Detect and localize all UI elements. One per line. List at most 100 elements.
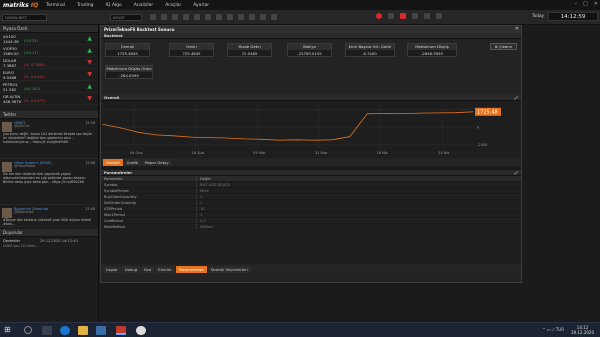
twitter-header: Twitter — [0, 111, 98, 119]
market-value: 51.562 — [3, 87, 17, 92]
menu-analizler[interactable]: Analizler — [128, 3, 159, 8]
menu-trading[interactable]: Trading — [71, 3, 100, 8]
tab-debug[interactable]: Debug — [121, 266, 141, 273]
market-item[interactable]: VIOP30 1569.50 (%0.17) ▲ — [0, 45, 98, 57]
menu-ayarlar[interactable]: Ayarlar — [187, 3, 215, 8]
symbol-input[interactable]: FARAN.BIST — [2, 14, 47, 21]
param-value: Min5 — [200, 189, 209, 193]
task-view-icon[interactable] — [42, 326, 52, 335]
stat-value: -264.6399 — [119, 73, 139, 78]
arrow-up-icon: ▲ — [87, 83, 92, 90]
search-input[interactable]: KEVAT — [110, 14, 142, 21]
equity-point — [261, 138, 262, 140]
edge-icon[interactable] — [60, 326, 70, 335]
portfolio-icon[interactable] — [238, 14, 244, 20]
tab-grafik[interactable]: Grafik — [123, 159, 141, 166]
tweet-item[interactable]: Hisse Haberci (ESSE) @HisseHaber 12:48 S… — [0, 159, 98, 205]
arrow-up-icon: ▲ — [87, 35, 92, 42]
menu-araclar[interactable]: Araçlar — [159, 3, 187, 8]
stat-overall: Overall 1725.4845 — [105, 43, 150, 57]
cikar-button-icon: ⊗ — [494, 44, 498, 49]
explorer-icon[interactable] — [78, 326, 88, 335]
tab-overall[interactable]: Overall — [103, 159, 123, 166]
lock-icon[interactable] — [388, 13, 394, 19]
news-item[interactable]: Destekler 29.12.2020 14:12:45 DÜKE son 2… — [0, 237, 98, 249]
param-name: ATRPeriod — [101, 206, 197, 211]
maximize-icon[interactable]: □ — [583, 1, 588, 7]
chart-icon[interactable] — [150, 14, 156, 20]
depth-icon[interactable] — [205, 14, 211, 20]
news-icon[interactable] — [183, 14, 189, 20]
expand-icon[interactable]: ⤢ — [515, 170, 518, 176]
tweet-handle: @HisseHaber — [14, 164, 36, 168]
equity-point — [437, 112, 439, 114]
record-icon[interactable] — [376, 13, 382, 19]
avatar — [2, 122, 12, 132]
menu-iq-algo[interactable]: IQ Algo — [100, 3, 128, 8]
equity-point — [419, 112, 421, 114]
calc-icon[interactable] — [249, 14, 255, 20]
taskbar-clock[interactable]: 14:12 29.12.2020 — [571, 325, 594, 335]
market-item[interactable]: GR ALTIN 446.3679 (% -0.4477) ▼ — [0, 93, 98, 105]
market-value: 1444.38 — [3, 39, 19, 44]
piyasa-header: Piyasa Özeti — [0, 25, 98, 33]
market-item[interactable]: EURO 9.0486 (% -0.4442) ▼ — [0, 69, 98, 81]
equity-point — [155, 134, 157, 136]
stat-ort-getiri: Emir Başına Ort. Getiri 8.7400 — [345, 43, 395, 57]
message-icon[interactable] — [424, 13, 430, 19]
settings-icon[interactable] — [436, 13, 442, 19]
avatar — [2, 162, 12, 172]
tab-loglar[interactable]: Loglar — [103, 266, 121, 273]
tweet-item[interactable]: HİEKİ2 @oZilcius 12:18 yoo bunu değil.. … — [0, 119, 98, 159]
table-icon[interactable] — [194, 14, 200, 20]
x-tick-label: 24 Nis — [438, 151, 449, 155]
windows-start-icon[interactable]: ⊞ — [4, 326, 14, 335]
minimize-icon[interactable]: – — [575, 1, 578, 7]
tab-strateji-secenekleri[interactable]: Strateji Seçenekleri — [207, 266, 251, 273]
main-menu: Terminal Trading IQ Algo Analizler Araçl… — [40, 3, 215, 8]
tray-icons[interactable]: ⌃ ▭ ♪ TUR — [542, 327, 564, 332]
tab-parametreler[interactable]: Parametreler — [175, 266, 207, 273]
warning-icon[interactable] — [400, 13, 406, 19]
app-logo: matriks IQ — [0, 0, 40, 10]
market-item[interactable]: DOLAR 7.3887 (% -0.7806) ▼ — [0, 57, 98, 69]
close-icon[interactable]: ✕ — [594, 1, 598, 7]
market-item[interactable]: PETROL 51.562 (%1.182) ▲ — [0, 81, 98, 93]
windows-taskbar: ⊞ ⌃ ▭ ♪ TUR 14:12 29.12.2020 — [0, 322, 600, 337]
taskbar-date: 29.12.2020 — [571, 330, 594, 335]
tweet-item[interactable]: Borsanim Zeminaa @BZeminaa 12:46 #Beyaz … — [0, 205, 98, 227]
list-icon[interactable] — [161, 14, 167, 20]
tab-kod[interactable]: Kod — [141, 266, 155, 273]
cikar-button[interactable]: ⊗ Çıkarın — [490, 43, 517, 50]
order-icon[interactable] — [260, 14, 266, 20]
search-icon[interactable] — [24, 326, 32, 334]
logo-iq: IQ — [30, 1, 39, 9]
param-value: Wilders — [200, 225, 214, 229]
param-value: 1 — [200, 201, 203, 205]
scan-icon[interactable] — [216, 14, 222, 20]
x-tick-label: 16 Nis — [377, 151, 388, 155]
market-item[interactable]: XU100 1444.38 (%0.25) ▲ — [0, 33, 98, 45]
tweet-time: 12:48 — [85, 161, 95, 165]
market-value: 7.3887 — [3, 63, 17, 68]
market-change: (%0.25) — [24, 39, 38, 43]
left-panel: Piyasa Özeti XU100 1444.38 (%0.25) ▲ VIOP… — [0, 25, 99, 322]
tab-emirler[interactable]: Emirler — [155, 266, 175, 273]
store-icon[interactable] — [96, 326, 106, 335]
matriks-app-icon[interactable] — [116, 326, 126, 335]
window-close-icon[interactable]: ✕ — [515, 26, 519, 33]
y-tick-label: 0 — [477, 126, 480, 130]
tweet-text: yoo bunu değil.. borsa 101 dersinde kita… — [3, 132, 92, 144]
today-label: Today — [531, 13, 544, 18]
menu-terminal[interactable]: Terminal — [40, 3, 71, 8]
chrome-icon[interactable] — [136, 326, 146, 335]
tab-rapor-detay[interactable]: Rapor Detay — [142, 159, 172, 166]
stat-yuzde-getiri: Yüzde Getiri 72.5485 — [227, 43, 272, 57]
param-row[interactable]: MovMethod Wilders — [101, 224, 521, 230]
screen-icon[interactable] — [412, 13, 418, 19]
alert-icon[interactable] — [227, 14, 233, 20]
bell-icon[interactable] — [271, 14, 277, 20]
param-name: Mov1Period — [101, 212, 197, 217]
equity-chart: 20000-200004 Oca18 Şub09 Mar31 Mar16 Nis… — [101, 101, 521, 158]
grid-icon[interactable] — [172, 14, 178, 20]
